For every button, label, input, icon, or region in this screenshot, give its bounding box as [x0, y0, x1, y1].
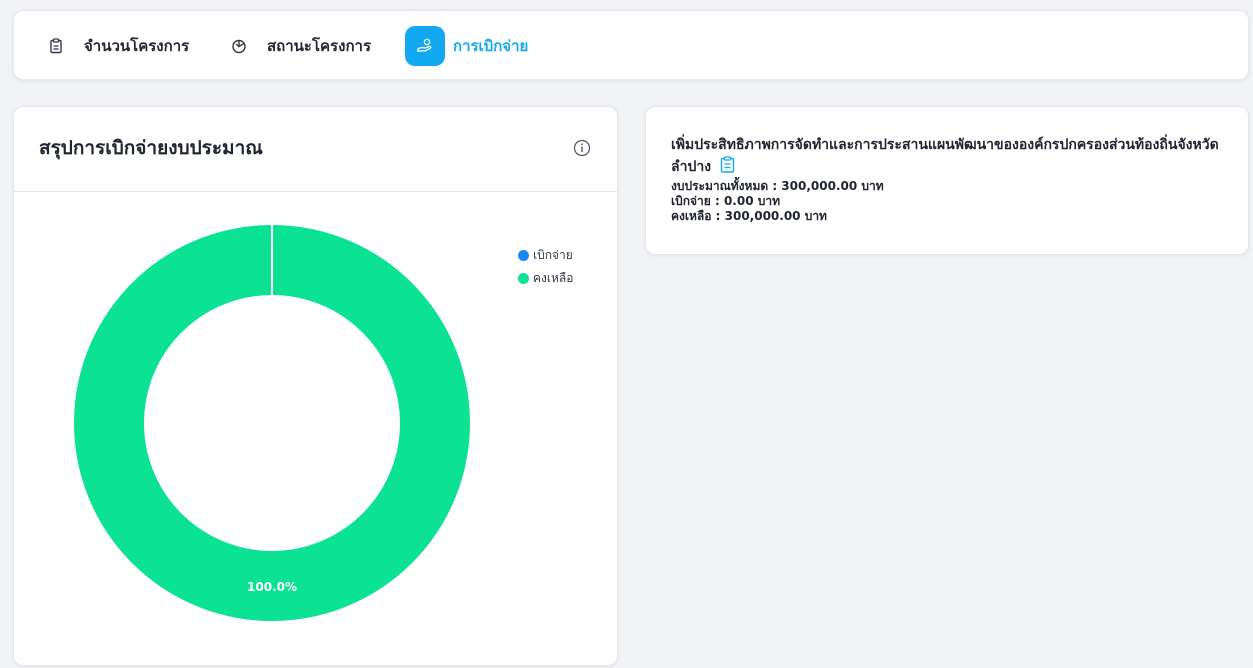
clipboard-icon: [36, 26, 76, 66]
data-label-remaining: 100.0%: [247, 580, 297, 594]
remaining-amount: คงเหลือ : 300,000.00 บาท: [671, 209, 827, 223]
donut-slice-remaining[interactable]: [74, 225, 470, 621]
card-title: สรุปการเบิกจ่ายงบประมาณ: [39, 137, 263, 159]
card-header: สรุปการเบิกจ่ายงบประมาณ: [14, 107, 617, 192]
clipboard-icon[interactable]: [720, 156, 735, 180]
project-title: เพิ่มประสิทธิภาพการจัดทำและการประสานแผนพ…: [671, 134, 1231, 180]
legend-label: คงเหลือ: [533, 270, 574, 285]
tab-project-count[interactable]: จำนวนโครงการ: [36, 25, 189, 67]
tab-label: จำนวนโครงการ: [84, 37, 190, 55]
project-title-text: เพิ่มประสิทธิภาพการจัดทำและการประสานแผนพ…: [671, 137, 1219, 175]
legend-item-spent[interactable]: เบิกจ่าย: [518, 247, 573, 263]
tab-label: สถานะโครงการ: [267, 37, 372, 55]
legend-item-remaining[interactable]: คงเหลือ: [518, 270, 573, 286]
hand-coin-icon: [405, 26, 445, 66]
budget-summary-card: สรุปการเบิกจ่ายงบประมาณ 100.0% เบิกจ่าย …: [13, 106, 618, 666]
legend-dot: [518, 249, 529, 261]
budget-stats: งบประมาณทั้งหมด : 300,000.00 บาท เบิกจ่า…: [671, 179, 884, 224]
tab-project-status[interactable]: สถานะโครงการ: [219, 25, 371, 67]
chart-legend: เบิกจ่าย คงเหลือ: [518, 247, 573, 293]
total-budget: งบประมาณทั้งหมด : 300,000.00 บาท: [671, 179, 884, 193]
legend-dot: [518, 272, 529, 284]
spent-amount: เบิกจ่าย : 0.00 บาท: [671, 194, 780, 208]
legend-label: เบิกจ่าย: [533, 247, 573, 262]
tab-label: การเบิกจ่าย: [453, 37, 529, 55]
info-icon[interactable]: [573, 139, 591, 157]
tab-disbursement[interactable]: การเบิกจ่าย: [405, 25, 528, 67]
project-card: เพิ่มประสิทธิภาพการจัดทำและการประสานแผนพ…: [645, 106, 1249, 255]
pie-chart-icon: [219, 26, 259, 66]
tab-bar: จำนวนโครงการ สถานะโครงการ การเบิกจ่าย: [13, 10, 1249, 80]
